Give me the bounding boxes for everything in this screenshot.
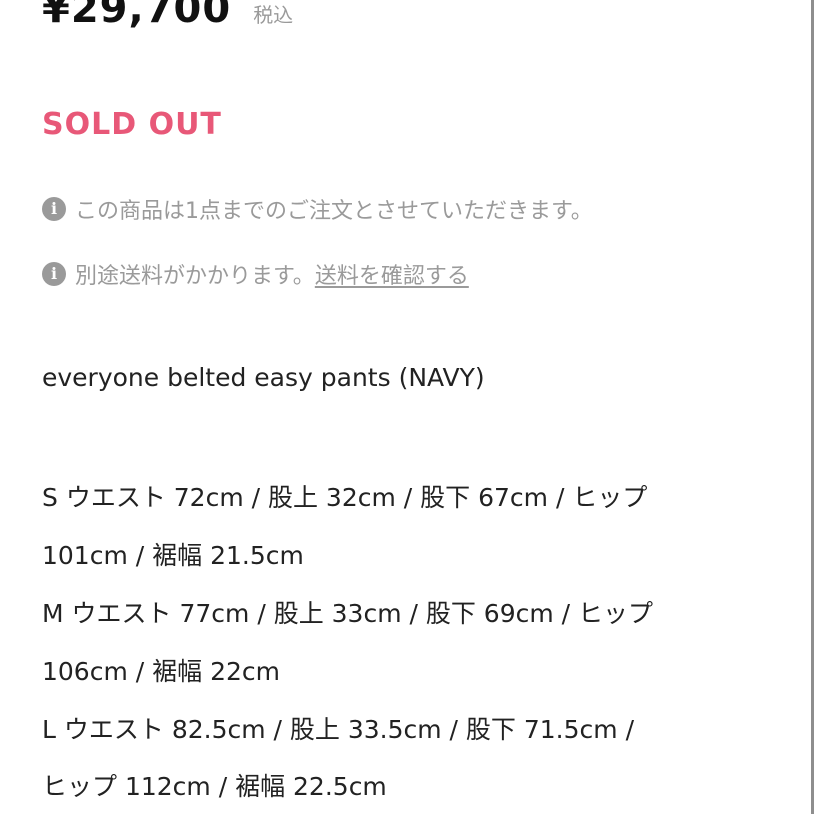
size-line: S ウエスト 72cm / 股上 32cm / 股下 67cm / ヒップ: [42, 483, 648, 512]
info-icon: i: [42, 262, 66, 286]
size-line: ヒップ 112cm / 裾幅 22.5cm: [42, 772, 387, 801]
order-limit-text: この商品は1点までのご注文とさせていただきます。: [75, 199, 593, 224]
info-icon: i: [42, 197, 66, 221]
price-row: ¥29,700 税込: [42, 0, 293, 32]
order-limit-notice: i この商品は1点までのご注文とさせていただきます。: [42, 193, 593, 225]
sold-out-label: SOLD OUT: [42, 107, 222, 142]
size-line: L ウエスト 82.5cm / 股上 33.5cm / 股下 71.5cm /: [42, 715, 635, 744]
shipping-text: 別途送料がかかります。: [75, 264, 315, 289]
price: ¥29,700: [42, 0, 232, 32]
size-line: 101cm / 裾幅 21.5cm: [42, 541, 304, 570]
shipping-notice: i 別途送料がかかります。 送料を確認する: [42, 258, 469, 290]
size-line: M ウエスト 77cm / 股上 33cm / 股下 69cm / ヒップ: [42, 599, 654, 628]
tax-label: 税込: [253, 3, 294, 27]
size-line: 106cm / 裾幅 22cm: [42, 657, 280, 686]
product-name: everyone belted easy pants (NAVY): [42, 363, 485, 392]
shipping-fee-link[interactable]: 送料を確認する: [315, 258, 469, 290]
